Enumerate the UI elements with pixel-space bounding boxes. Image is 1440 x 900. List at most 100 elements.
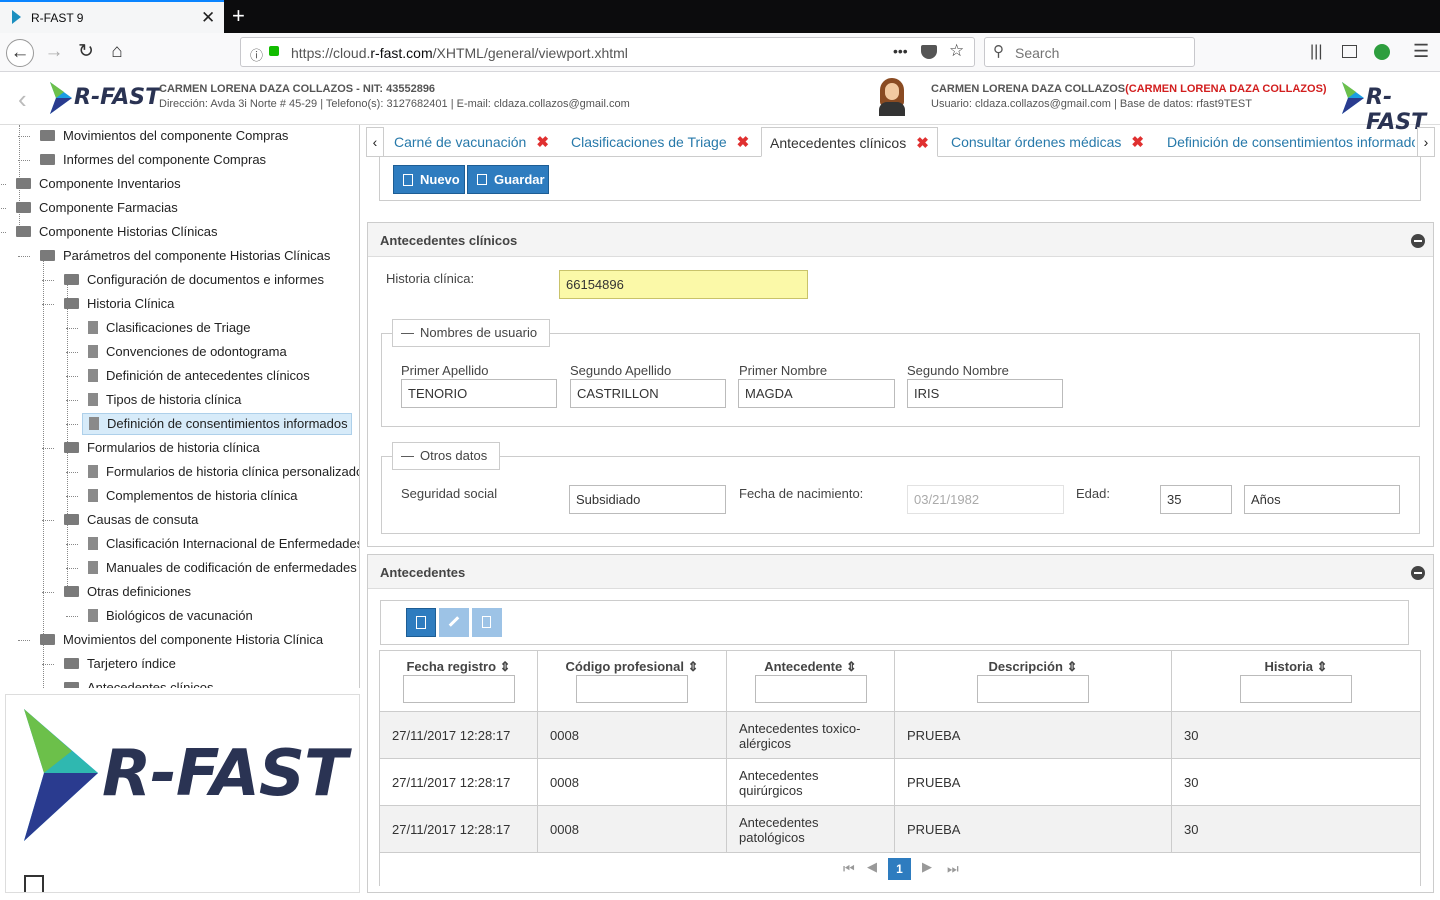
tree-node[interactable]: Parámetros del componente Historias Clín…: [40, 247, 330, 271]
tabs-scroll-right-icon[interactable]: ›: [1417, 127, 1435, 157]
table-row[interactable]: 27/11/2017 12:28:17 0008 Antecedentes pa…: [380, 805, 1420, 853]
tabs-scroll-left-icon[interactable]: ‹: [366, 127, 384, 157]
tree-node[interactable]: Complementos de historia clínica: [88, 487, 297, 511]
primer-apellido-input[interactable]: TENORIO: [401, 379, 557, 408]
tree-node-label: Biológicos de vacunación: [106, 608, 253, 623]
table-row[interactable]: 27/11/2017 12:28:17 0008 Antecedentes qu…: [380, 758, 1420, 806]
tree-node[interactable]: Formularios de historia clínica: [64, 439, 260, 463]
info-icon[interactable]: ⓘ: [250, 45, 263, 64]
tree-node[interactable]: Movimientos del componente Compras: [40, 127, 288, 151]
page-actions-icon[interactable]: •••: [893, 43, 908, 59]
sort-icon[interactable]: ⇕: [1317, 659, 1328, 674]
col-header-descripcion[interactable]: Descripción ⇕: [895, 651, 1172, 711]
browser-tab[interactable]: R-FAST 9 ✕: [0, 0, 224, 33]
tab-antecedentes-clinicos[interactable]: Antecedentes clínicos ✖: [761, 127, 938, 157]
segundo-nombre-input[interactable]: IRIS: [907, 379, 1063, 408]
extension-icon[interactable]: [1374, 44, 1390, 60]
edad-input[interactable]: 35: [1160, 485, 1232, 514]
tree-node[interactable]: Definición de consentimientos informados: [82, 413, 352, 435]
tree-node[interactable]: Tipos de historia clínica: [88, 391, 241, 415]
segundo-apellido-input[interactable]: CASTRILLON: [570, 379, 726, 408]
bookmark-star-icon[interactable]: ☆: [949, 41, 964, 61]
collapse-arrow-icon[interactable]: ‹: [18, 84, 27, 115]
table-row[interactable]: 27/11/2017 12:28:17 0008 Antecedentes to…: [380, 711, 1420, 759]
filter-input[interactable]: [576, 675, 688, 703]
tree-node[interactable]: Configuración de documentos e informes: [64, 271, 324, 295]
page-1-button[interactable]: 1: [888, 858, 911, 880]
panel-header: Antecedentes clínicos: [368, 223, 1433, 257]
sort-icon[interactable]: ⇕: [1067, 659, 1078, 674]
tree-node[interactable]: Tarjetero índice: [64, 655, 176, 679]
tab-consultar-ordenes[interactable]: Consultar órdenes médicas ✖: [951, 127, 1144, 157]
close-tab-icon[interactable]: ✖: [737, 134, 750, 151]
sort-icon[interactable]: ⇕: [846, 659, 857, 674]
first-page-icon[interactable]: ⏮: [843, 861, 855, 877]
save-button[interactable]: Guardar: [467, 165, 549, 194]
col-header-historia[interactable]: Historia ⇕: [1172, 651, 1420, 711]
col-header-antecedente[interactable]: Antecedente ⇕: [727, 651, 895, 711]
collapse-panel-icon[interactable]: [1411, 234, 1425, 248]
tree-node[interactable]: Antecedentes clínicos: [64, 679, 213, 688]
forward-button[interactable]: →: [40, 39, 68, 67]
filter-input[interactable]: [1240, 675, 1352, 703]
tree-node[interactable]: Convenciones de odontograma: [88, 343, 287, 367]
tree-node[interactable]: Otras definiciones: [64, 583, 191, 607]
fecha-input[interactable]: 03/21/1982: [907, 485, 1064, 514]
tree-node[interactable]: Componente Historias Clínicas: [16, 223, 217, 247]
url-bar[interactable]: ⓘ https://cloud.r-fast.com/XHTML/general…: [240, 37, 975, 67]
next-page-icon[interactable]: ▶: [922, 859, 932, 875]
reload-button[interactable]: ↻: [72, 39, 100, 67]
tree-node[interactable]: Causas de consuta: [64, 511, 198, 535]
edit-record-button[interactable]: [439, 608, 469, 637]
seguridad-input[interactable]: Subsidiado: [569, 485, 726, 514]
tree-guide-line: [66, 352, 78, 353]
back-button[interactable]: ←: [6, 39, 34, 67]
tree-node[interactable]: Biológicos de vacunación: [88, 607, 253, 631]
pocket-icon[interactable]: [921, 45, 937, 59]
last-page-icon[interactable]: ⏭: [947, 861, 959, 877]
tree-node[interactable]: Componente Inventarios: [16, 175, 181, 199]
panel-title: Antecedentes: [380, 565, 466, 580]
tree-node[interactable]: Formularios de historia clínica personal…: [88, 463, 359, 487]
tree-node[interactable]: Informes del componente Compras: [40, 151, 266, 175]
add-record-button[interactable]: [406, 608, 436, 637]
tree-node[interactable]: Historia Clínica: [64, 295, 174, 319]
close-tab-icon[interactable]: ✖: [916, 135, 929, 152]
edad-unit-input[interactable]: Años: [1244, 485, 1400, 514]
new-tab-button[interactable]: +: [232, 3, 245, 29]
close-tab-icon[interactable]: ✖: [536, 134, 549, 151]
close-tab-icon[interactable]: ✕: [201, 8, 215, 28]
filter-input[interactable]: [754, 675, 867, 703]
tree-node[interactable]: Clasificación Internacional de Enfermeda…: [88, 535, 359, 559]
col-header-fecha[interactable]: Fecha registro ⇕: [380, 651, 538, 711]
col-header-codigo[interactable]: Código profesional ⇕: [538, 651, 727, 711]
tree-node-label: Antecedentes clínicos: [87, 680, 214, 688]
tab-definicion-consentimientos[interactable]: Definición de consentimientos informados: [1167, 127, 1415, 157]
library-icon[interactable]: |||: [1310, 43, 1322, 61]
tree-node[interactable]: Definición de antecedentes clínicos: [88, 367, 310, 391]
sort-icon[interactable]: ⇕: [688, 659, 699, 674]
menu-icon[interactable]: ☰: [1413, 41, 1429, 62]
otros-legend[interactable]: — Otros datos: [392, 442, 501, 470]
sidebar-toggle-icon[interactable]: [1342, 45, 1357, 58]
sort-icon[interactable]: ⇕: [500, 659, 511, 674]
close-tab-icon[interactable]: ✖: [1131, 134, 1144, 151]
historia-input[interactable]: 66154896: [559, 270, 808, 299]
search-bar[interactable]: ⚲ Search: [984, 37, 1195, 67]
tree-node[interactable]: Componente Farmacias: [16, 199, 178, 223]
nombres-legend[interactable]: — Nombres de usuario: [392, 319, 551, 347]
tree-node[interactable]: Clasificaciones de Triage: [88, 319, 251, 343]
prev-page-icon[interactable]: ◀: [867, 859, 877, 875]
home-button[interactable]: ⌂: [103, 39, 131, 67]
new-button[interactable]: Nuevo: [393, 165, 465, 194]
primer-nombre-input[interactable]: MAGDA: [738, 379, 895, 408]
filter-input[interactable]: [977, 675, 1089, 703]
tab-clasificaciones-triage[interactable]: Clasificaciones de Triage ✖: [571, 127, 749, 157]
filter-input[interactable]: [402, 675, 515, 703]
tree-node[interactable]: Manuales de codificación de enfermedades: [88, 559, 357, 583]
delete-record-button[interactable]: [472, 608, 502, 637]
tab-carne-vacunacion[interactable]: Carné de vacunación ✖: [394, 127, 549, 157]
user-avatar[interactable]: [876, 78, 908, 116]
collapse-panel-icon[interactable]: [1411, 566, 1425, 580]
tree-node[interactable]: Movimientos del componente Historia Clín…: [40, 631, 323, 655]
